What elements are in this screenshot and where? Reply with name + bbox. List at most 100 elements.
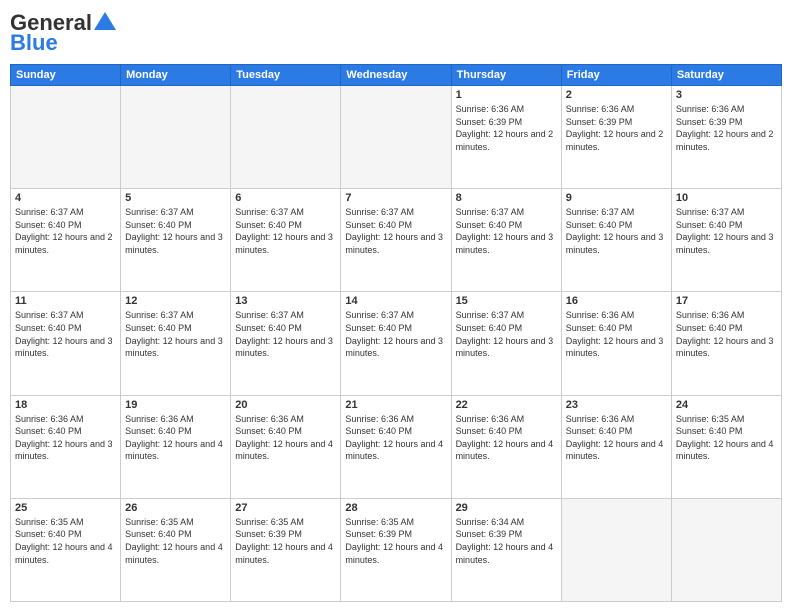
sunset-text: Sunset: 6:40 PM [125,219,226,232]
sunrise-text: Sunrise: 6:35 AM [345,516,446,529]
sunset-text: Sunset: 6:39 PM [456,116,557,129]
daylight-text: Daylight: 12 hours and 2 minutes. [15,231,116,256]
day-number: 27 [235,502,336,514]
sunrise-text: Sunrise: 6:37 AM [235,309,336,322]
day-info: Sunrise: 6:36 AMSunset: 6:39 PMDaylight:… [566,103,667,153]
day-number: 4 [15,192,116,204]
calendar-cell [121,86,231,189]
sunset-text: Sunset: 6:40 PM [676,322,777,335]
daylight-text: Daylight: 12 hours and 3 minutes. [125,231,226,256]
day-number: 16 [566,295,667,307]
calendar-cell [671,498,781,601]
daylight-text: Daylight: 12 hours and 4 minutes. [125,541,226,566]
sunset-text: Sunset: 6:40 PM [235,322,336,335]
logo-icon [94,12,116,30]
day-info: Sunrise: 6:36 AMSunset: 6:40 PMDaylight:… [345,413,446,463]
day-info: Sunrise: 6:36 AMSunset: 6:39 PMDaylight:… [676,103,777,153]
daylight-text: Daylight: 12 hours and 4 minutes. [345,541,446,566]
day-info: Sunrise: 6:37 AMSunset: 6:40 PMDaylight:… [15,206,116,256]
sunset-text: Sunset: 6:39 PM [566,116,667,129]
day-number: 25 [15,502,116,514]
calendar-table: SundayMondayTuesdayWednesdayThursdayFrid… [10,64,782,602]
daylight-text: Daylight: 12 hours and 4 minutes. [456,541,557,566]
sunrise-text: Sunrise: 6:37 AM [15,206,116,219]
daylight-text: Daylight: 12 hours and 3 minutes. [456,335,557,360]
sunset-text: Sunset: 6:40 PM [15,425,116,438]
day-number: 13 [235,295,336,307]
daylight-text: Daylight: 12 hours and 4 minutes. [456,438,557,463]
calendar-cell: 17 Sunrise: 6:36 AMSunset: 6:40 PMDayligh… [671,292,781,395]
calendar-cell: 14Sunrise: 6:37 AMSunset: 6:40 PMDayligh… [341,292,451,395]
sunrise-text: Sunrise: 6:36 AM [456,413,557,426]
sunrise-text: Sunrise: 6:35 AM [235,516,336,529]
day-number: 17 [676,295,777,307]
day-info: Sunrise: 6:37 AMSunset: 6:40 PMDaylight:… [345,309,446,359]
calendar-cell: 28Sunrise: 6:35 AMSunset: 6:39 PMDayligh… [341,498,451,601]
calendar-cell: 16 Sunrise: 6:36 AMSunset: 6:40 PMDayligh… [561,292,671,395]
calendar-header: SundayMondayTuesdayWednesdayThursdayFrid… [11,65,782,86]
day-info: Sunrise: 6:37 AMSunset: 6:40 PMDaylight:… [345,206,446,256]
sunrise-text: Sunrise: 6:35 AM [676,413,777,426]
day-number: 8 [456,192,557,204]
daylight-text: Daylight: 12 hours and 3 minutes. [345,335,446,360]
day-number: 18 [15,399,116,411]
calendar-cell: 18Sunrise: 6:36 AMSunset: 6:40 PMDayligh… [11,395,121,498]
calendar-cell: 20Sunrise: 6:36 AMSunset: 6:40 PMDayligh… [231,395,341,498]
day-info: Sunrise: 6:37 AMSunset: 6:40 PMDaylight:… [456,206,557,256]
day-number: 11 [15,295,116,307]
day-info: Sunrise: 6:36 AMSunset: 6:40 PMDaylight:… [566,413,667,463]
sunset-text: Sunset: 6:40 PM [235,425,336,438]
sunset-text: Sunset: 6:40 PM [456,425,557,438]
daylight-text: Daylight: 12 hours and 2 minutes. [456,128,557,153]
calendar-cell: 6Sunrise: 6:37 AMSunset: 6:40 PMDaylight… [231,189,341,292]
daylight-text: Daylight: 12 hours and 4 minutes. [676,438,777,463]
sunset-text: Sunset: 6:40 PM [125,322,226,335]
sunset-text: Sunset: 6:40 PM [125,425,226,438]
calendar-cell: 26Sunrise: 6:35 AMSunset: 6:40 PMDayligh… [121,498,231,601]
sunrise-text: Sunrise: 6:36 AM [235,413,336,426]
day-info: Sunrise: 6:34 AMSunset: 6:39 PMDaylight:… [456,516,557,566]
sunset-text: Sunset: 6:40 PM [235,219,336,232]
sunset-text: Sunset: 6:39 PM [235,528,336,541]
day-info: Sunrise: 6:35 AMSunset: 6:39 PMDaylight:… [235,516,336,566]
sunset-text: Sunset: 6:40 PM [676,425,777,438]
day-number: 26 [125,502,226,514]
calendar-cell: 22 Sunrise: 6:36 AMSunset: 6:40 PMDayligh… [451,395,561,498]
day-number: 23 [566,399,667,411]
daylight-text: Daylight: 12 hours and 3 minutes. [15,335,116,360]
sunrise-text: Sunrise: 6:36 AM [676,309,777,322]
day-info: Sunrise: 6:37 AMSunset: 6:40 PMDaylight:… [235,206,336,256]
daylight-text: Daylight: 12 hours and 4 minutes. [235,438,336,463]
day-info: Sunrise: 6:37 AMSunset: 6:40 PMDaylight:… [676,206,777,256]
calendar-cell: 21Sunrise: 6:36 AMSunset: 6:40 PMDayligh… [341,395,451,498]
calendar-row-0: 1 Sunrise: 6:36 AMSunset: 6:39 PMDaylight… [11,86,782,189]
sunset-text: Sunset: 6:40 PM [15,322,116,335]
sunrise-text: Sunrise: 6:37 AM [456,206,557,219]
calendar-row-2: 11Sunrise: 6:37 AMSunset: 6:40 PMDayligh… [11,292,782,395]
sunset-text: Sunset: 6:40 PM [15,528,116,541]
day-number: 2 [566,89,667,101]
sunrise-text: Sunrise: 6:37 AM [345,206,446,219]
day-info: Sunrise: 6:36 AMSunset: 6:40 PMDaylight:… [566,309,667,359]
day-number: 1 [456,89,557,101]
day-info: Sunrise: 6:35 AMSunset: 6:40 PMDaylight:… [676,413,777,463]
header-cell-saturday: Saturday [671,65,781,86]
daylight-text: Daylight: 12 hours and 3 minutes. [456,231,557,256]
calendar-cell: 13 Sunrise: 6:37 AMSunset: 6:40 PMDayligh… [231,292,341,395]
day-info: Sunrise: 6:36 AMSunset: 6:40 PMDaylight:… [235,413,336,463]
calendar-cell: 10Sunrise: 6:37 AMSunset: 6:40 PMDayligh… [671,189,781,292]
header: General Blue [10,10,782,56]
sunrise-text: Sunrise: 6:37 AM [566,206,667,219]
sunrise-text: Sunrise: 6:36 AM [566,309,667,322]
day-info: Sunrise: 6:37 AMSunset: 6:40 PMDaylight:… [125,206,226,256]
daylight-text: Daylight: 12 hours and 3 minutes. [235,335,336,360]
daylight-text: Daylight: 12 hours and 4 minutes. [235,541,336,566]
header-cell-tuesday: Tuesday [231,65,341,86]
daylight-text: Daylight: 12 hours and 3 minutes. [676,231,777,256]
sunset-text: Sunset: 6:40 PM [345,322,446,335]
sunrise-text: Sunrise: 6:35 AM [15,516,116,529]
daylight-text: Daylight: 12 hours and 3 minutes. [15,438,116,463]
day-info: Sunrise: 6:36 AMSunset: 6:40 PMDaylight:… [456,413,557,463]
day-number: 22 [456,399,557,411]
day-info: Sunrise: 6:36 AMSunset: 6:40 PMDaylight:… [676,309,777,359]
